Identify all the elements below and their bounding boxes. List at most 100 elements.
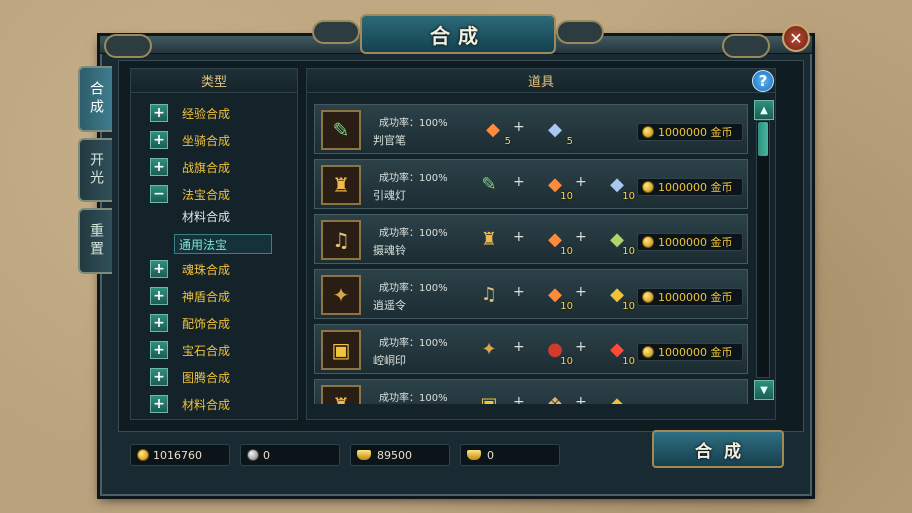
recipe-row[interactable]: ▣ 成功率：100% 崆峒印 ✦ + ● 10 + ◆ 10 1000000 金币	[314, 324, 748, 374]
dragon-icon[interactable]: ❖	[541, 390, 569, 405]
orange-crystal-icon[interactable]: ◆ 5	[479, 115, 511, 148]
category-item[interactable]: + 配饰合成	[150, 312, 230, 334]
lantern-icon[interactable]: ♜	[321, 165, 361, 205]
material-count: 10	[560, 246, 573, 257]
plus-icon: +	[575, 174, 587, 190]
expand-icon[interactable]: +	[150, 395, 168, 413]
currency-value: 1016760	[153, 448, 202, 462]
currency-value: 89500	[377, 448, 412, 462]
bound-ingot-icon	[467, 450, 481, 460]
gold-cost: 1000000 金币	[637, 123, 743, 141]
synthesize-button[interactable]: 合成	[652, 430, 784, 468]
material-count: 10	[622, 191, 635, 202]
item-name: 崆峒印	[373, 354, 406, 367]
help-button[interactable]: ?	[752, 70, 774, 92]
bell-icon[interactable]: ♫	[321, 220, 361, 260]
gold-ingot-balance: 89500	[350, 444, 450, 466]
category-item[interactable]: + 经验合成	[150, 102, 230, 124]
category-item[interactable]: + 战旗合成	[150, 156, 230, 178]
gold-crystal-icon[interactable]: ◆	[603, 390, 631, 405]
success-rate: 成功率：100%	[379, 118, 448, 129]
blue-crystal-icon[interactable]: ◆ 5	[541, 115, 573, 148]
category-item[interactable]: + 神盾合成	[150, 285, 230, 307]
success-rate: 成功率：100%	[379, 338, 448, 349]
recipe-row[interactable]: ♜ 成功率：100% ▣ + ❖ + ◆	[314, 379, 748, 404]
lantern-icon[interactable]: ♜	[475, 225, 503, 253]
tab-reset[interactable]: 重置	[78, 208, 112, 274]
corner-ornament	[722, 34, 770, 58]
recipe-row[interactable]: ♜ 成功率：100% 引魂灯 ✎ + ◆ 10 + ◆ 10 1000000 金币	[314, 159, 748, 209]
recipe-row[interactable]: ✎ 成功率：100% 判官笔 ◆ 5 + ◆ 5 1000000 金币	[314, 104, 748, 154]
seal-icon[interactable]: ▣	[475, 390, 503, 405]
cost-value: 1000000 金币	[658, 126, 733, 139]
close-button[interactable]: ✕	[782, 24, 810, 52]
gold-coin-icon	[137, 449, 149, 461]
token-icon[interactable]: ✦	[475, 335, 503, 363]
success-rate: 成功率：100%	[379, 228, 448, 239]
green-crystal-icon[interactable]: ◆ 10	[603, 225, 635, 258]
gold-crystal-icon[interactable]: ◆ 10	[603, 280, 635, 313]
silver-coin-icon	[247, 449, 259, 461]
tab-consecrate[interactable]: 开光	[78, 138, 112, 202]
brush-icon[interactable]: ✎	[475, 170, 503, 198]
red-orb-icon[interactable]: ● 10	[541, 335, 573, 368]
category-label: 法宝合成	[182, 187, 231, 202]
seal-icon[interactable]: ▣	[321, 330, 361, 370]
brush-icon[interactable]: ✎	[321, 110, 361, 150]
scroll-down-button[interactable]: ▼	[754, 380, 774, 400]
tab-synthesis[interactable]: 合成	[78, 66, 112, 132]
orange-crystal-icon[interactable]: ◆ 10	[541, 170, 573, 203]
category-item[interactable]: + 材料合成	[150, 393, 230, 415]
orange-crystal-icon[interactable]: ◆ 10	[541, 225, 573, 258]
tab-label: 合成	[88, 81, 104, 117]
gold-coin-balance: 1016760	[130, 444, 230, 466]
expand-icon[interactable]: +	[150, 314, 168, 332]
expand-icon[interactable]: +	[150, 104, 168, 122]
expand-icon[interactable]: +	[150, 260, 168, 278]
lantern-icon[interactable]: ♜	[321, 385, 361, 404]
expand-icon[interactable]: +	[150, 158, 168, 176]
orange-crystal-icon[interactable]: ◆ 10	[541, 280, 573, 313]
recipe-row[interactable]: ♫ 成功率：100% 摄魂铃 ♜ + ◆ 10 + ◆ 10 1000000 金币	[314, 214, 748, 264]
plus-icon: +	[513, 284, 525, 300]
expand-icon[interactable]: +	[150, 341, 168, 359]
category-item[interactable]: + 宝石合成	[150, 339, 230, 361]
material-count: 10	[622, 301, 635, 312]
scrollbar-thumb[interactable]	[758, 122, 768, 156]
blue-crystal-icon[interactable]: ◆ 10	[603, 170, 635, 203]
window-title: 合成	[360, 14, 556, 54]
material-count: 5	[504, 136, 511, 147]
expand-icon[interactable]: +	[150, 131, 168, 149]
category-item[interactable]: − 法宝合成	[150, 183, 230, 205]
category-label: 坐骑合成	[182, 133, 231, 148]
cost-value: 1000000 金币	[658, 346, 733, 359]
plus-icon: +	[575, 339, 587, 355]
recipe-list: ✎ 成功率：100% 判官笔 ◆ 5 + ◆ 5 1000000 金币 ♜ 成功率：100% 引魂灯 ✎…	[310, 98, 752, 404]
category-item[interactable]: + 坐骑合成	[150, 129, 230, 151]
silver-coin-balance: 0	[240, 444, 340, 466]
subcategory-item[interactable]: 材料合成	[178, 206, 234, 226]
subcategory-item[interactable]: 通用法宝	[174, 234, 272, 254]
scroll-up-button[interactable]: ▲	[754, 100, 774, 120]
plus-icon: +	[575, 284, 587, 300]
bell-icon[interactable]: ♫	[475, 280, 503, 308]
red-crystal-icon[interactable]: ◆ 10	[603, 335, 635, 368]
expand-icon[interactable]: +	[150, 368, 168, 386]
material-count: 10	[622, 246, 635, 257]
arrow-up-icon: ▲	[760, 104, 768, 116]
gold-coin-icon	[642, 181, 654, 193]
token-icon[interactable]: ✦	[321, 275, 361, 315]
collapse-icon[interactable]: −	[150, 185, 168, 203]
type-column-header: 类型	[131, 69, 297, 93]
arrow-down-icon: ▼	[760, 384, 768, 396]
category-item[interactable]: + 图腾合成	[150, 366, 230, 388]
plus-icon: +	[513, 174, 525, 190]
category-item[interactable]: + 魂珠合成	[150, 258, 230, 280]
item-name: 逍遥令	[373, 299, 406, 312]
scrollbar-track[interactable]	[756, 120, 770, 378]
recipe-row[interactable]: ✦ 成功率：100% 逍遥令 ♫ + ◆ 10 + ◆ 10 1000000 金币	[314, 269, 748, 319]
gold-cost: 1000000 金币	[637, 288, 743, 306]
title-ornament-left	[312, 20, 360, 44]
expand-icon[interactable]: +	[150, 287, 168, 305]
currency-value: 0	[487, 448, 494, 462]
